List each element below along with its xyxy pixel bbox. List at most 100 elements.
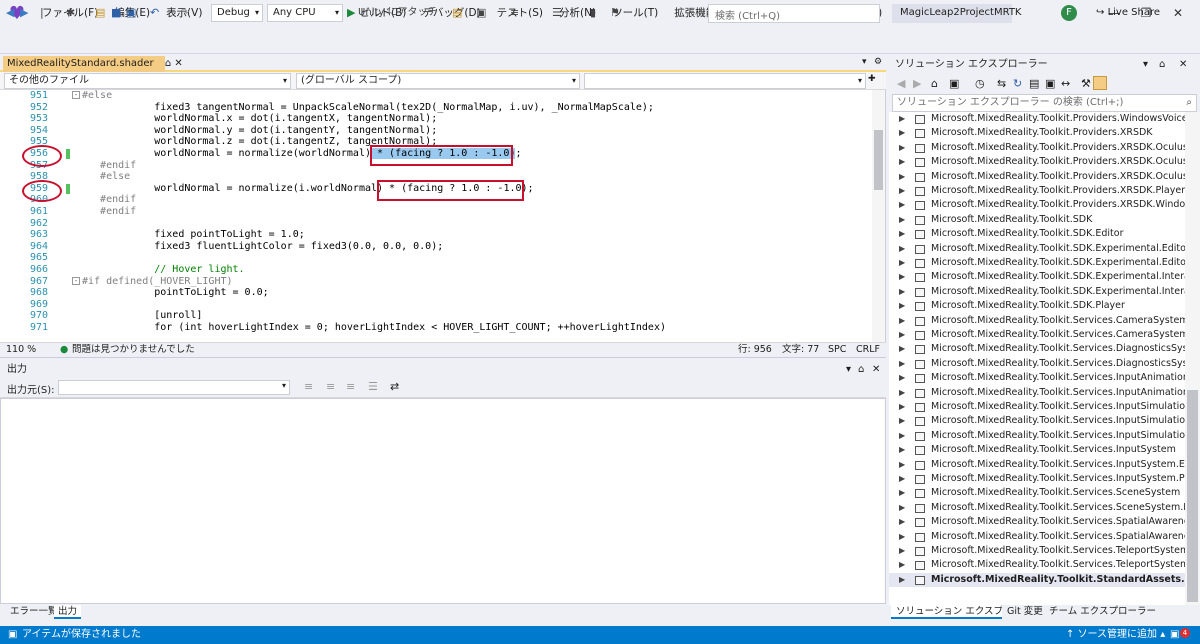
editor-tab[interactable]: MixedRealityStandard.shader ⌂ ✕ [3, 56, 183, 72]
solution-tree-item[interactable]: ▶ Microsoft.MixedReality.Toolkit.Services… [889, 414, 1185, 428]
se-close-icon[interactable]: ✕ [1179, 56, 1187, 74]
expand-chevron-icon[interactable]: ▶ [899, 414, 905, 428]
expand-chevron-icon[interactable]: ▶ [899, 126, 905, 140]
play-icon[interactable]: ▶ [347, 4, 355, 22]
save-all-icon[interactable]: ▣ [126, 4, 136, 22]
pin-icon[interactable]: ⌂ [165, 58, 171, 69]
se-forward-icon[interactable]: ▶ [913, 77, 921, 90]
expand-chevron-icon[interactable]: ▶ [899, 198, 905, 212]
se-scroll-thumb[interactable] [1187, 390, 1198, 602]
solution-tree-item[interactable]: ▶ Microsoft.MixedReality.Toolkit.Services… [889, 472, 1185, 486]
expand-chevron-icon[interactable]: ▶ [899, 530, 905, 544]
solution-tree-item[interactable]: ▶ Microsoft.MixedReality.Toolkit.Provider… [889, 155, 1185, 169]
tab-git-changes[interactable]: Git 変更 [1002, 605, 1048, 619]
se-back-icon[interactable]: ◀ [897, 77, 905, 90]
redo-icon[interactable]: ↷ [180, 4, 189, 22]
solution-tree-item[interactable]: ▶ Microsoft.MixedReality.Toolkit.SDK.Expe… [889, 242, 1185, 256]
expand-chevron-icon[interactable]: ▶ [899, 342, 905, 356]
expand-chevron-icon[interactable]: ▶ [899, 357, 905, 371]
search-input[interactable]: 検索 (Ctrl+Q) [708, 4, 880, 23]
code-area[interactable]: - - #else fixed3 tangentNormal = UnpackSca… [0, 90, 870, 342]
expand-chevron-icon[interactable]: ▶ [899, 227, 905, 241]
collapse-icon[interactable]: - [72, 91, 80, 99]
expand-chevron-icon[interactable]: ▶ [899, 472, 905, 486]
split-icon[interactable]: ✚ [868, 74, 876, 84]
tab-team-explorer[interactable]: チーム エクスプローラー [1044, 605, 1161, 619]
solution-tree-item[interactable]: ▶ Microsoft.MixedReality.Toolkit.SDK [889, 213, 1185, 227]
prev-message-icon[interactable]: ≡ [326, 380, 335, 393]
solution-tree-item[interactable]: ▶ Microsoft.MixedReality.Toolkit.Services… [889, 371, 1185, 385]
se-collapse-icon[interactable]: ▤ [1029, 77, 1039, 90]
output-body[interactable] [0, 398, 886, 604]
se-pending-changes-icon[interactable]: ◷ [975, 77, 985, 90]
expand-chevron-icon[interactable]: ▶ [899, 141, 905, 155]
save-icon[interactable]: ■ [111, 4, 121, 22]
comment-icon[interactable]: ☰ [552, 4, 562, 22]
step-icon[interactable]: ≡ [510, 4, 519, 22]
se-preview-icon[interactable]: ↔ [1061, 77, 1070, 90]
editor-scroll-thumb[interactable] [874, 130, 883, 190]
attach-unity-button[interactable]: Unity にアタッチ [358, 4, 437, 22]
settings-icon[interactable]: ⚙ [874, 57, 882, 67]
solution-tree-item[interactable]: ▶ Microsoft.MixedReality.Toolkit.Services… [889, 443, 1185, 457]
solution-tree-item[interactable]: ▶ Microsoft.MixedReality.Toolkit.Services… [889, 357, 1185, 371]
solution-explorer-search[interactable]: ソリューション エクスプローラー の検索 (Ctrl+;) ⌕ [892, 94, 1197, 112]
solution-tree-item[interactable]: ▶ Microsoft.MixedReality.Toolkit.Standard… [889, 572, 1185, 588]
se-dropdown-icon[interactable]: ▾ [1143, 56, 1148, 74]
solution-tree-item[interactable]: ▶ Microsoft.MixedReality.Toolkit.Services… [889, 558, 1185, 572]
expand-chevron-icon[interactable]: ▶ [899, 256, 905, 270]
close-icon[interactable]: ✕ [1166, 3, 1190, 23]
project-scope-select[interactable]: その他のファイル ▾ [4, 73, 291, 89]
expand-chevron-icon[interactable]: ▶ [899, 112, 905, 126]
code-line[interactable]: [unroll] [82, 310, 202, 322]
se-switch-view-icon[interactable]: ▣ [949, 77, 959, 90]
bookmark-icon[interactable]: ▮ [590, 4, 596, 22]
expand-chevron-icon[interactable]: ▶ [899, 573, 905, 587]
expand-chevron-icon[interactable]: ▶ [899, 443, 905, 457]
code-line[interactable]: fixed3 fluentLightColor = fixed3(0.0, 0.… [82, 241, 443, 253]
expand-chevron-icon[interactable]: ▶ [899, 314, 905, 328]
solution-tree-item[interactable]: ▶ Microsoft.MixedReality.Toolkit.Services… [889, 342, 1185, 356]
expand-chevron-icon[interactable]: ▶ [899, 242, 905, 256]
code-line[interactable]: for (int hoverLightIndex = 0; hoverLight… [82, 322, 666, 334]
zoom-level[interactable]: 110 % [6, 343, 36, 357]
code-line[interactable]: #if defined(_HOVER_LIGHT) [82, 276, 233, 288]
expand-chevron-icon[interactable]: ▶ [899, 328, 905, 342]
expand-chevron-icon[interactable]: ▶ [899, 170, 905, 184]
expand-chevron-icon[interactable]: ▶ [899, 386, 905, 400]
word-wrap-icon[interactable]: ⇄ [390, 380, 399, 393]
solution-tree-item[interactable]: ▶ Microsoft.MixedReality.Toolkit.Services… [889, 458, 1185, 472]
expand-chevron-icon[interactable]: ▶ [899, 458, 905, 472]
notification-icon[interactable]: ▣ [1170, 626, 1179, 644]
live-share-button[interactable]: ↪ Live Share [1096, 4, 1160, 22]
solution-tree-item[interactable]: ▶ Microsoft.MixedReality.Toolkit.Services… [889, 486, 1185, 500]
code-line[interactable]: #else [82, 171, 130, 183]
expand-chevron-icon[interactable]: ▶ [899, 501, 905, 515]
open-folder-icon[interactable]: ▤ [95, 4, 105, 22]
global-scope-select[interactable]: (グローバル スコープ) ▾ [296, 73, 580, 89]
folder-icon[interactable]: ▤ [452, 4, 462, 22]
source-control-button[interactable]: ↑ ソース管理に追加 ▴ [1066, 626, 1165, 644]
tab-close-icon[interactable]: ✕ [174, 58, 182, 69]
output-close-icon[interactable]: ✕ [872, 362, 880, 378]
screenshot-icon[interactable]: ▣ [476, 4, 486, 22]
solution-tree-item[interactable]: ▶ Microsoft.MixedReality.Toolkit.Provider… [889, 170, 1185, 184]
code-line[interactable]: #endif [82, 206, 136, 218]
menu-item-7[interactable]: テスト(S) [489, 0, 551, 26]
back-icon[interactable]: ◀ [6, 4, 14, 22]
code-line[interactable]: fixed pointToLight = 1.0; [82, 229, 305, 241]
expand-chevron-icon[interactable]: ▶ [899, 515, 905, 529]
solution-tree-item[interactable]: ▶ Microsoft.MixedReality.Toolkit.SDK.Play… [889, 299, 1185, 313]
expand-chevron-icon[interactable]: ▶ [899, 371, 905, 385]
solution-tree-item[interactable]: ▶ Microsoft.MixedReality.Toolkit.Services… [889, 515, 1185, 529]
se-search-icon[interactable]: ⌕ [1186, 95, 1192, 111]
expand-chevron-icon[interactable]: ▶ [899, 299, 905, 313]
solution-tree-item[interactable]: ▶ Microsoft.MixedReality.Toolkit.Services… [889, 386, 1185, 400]
output-source-select[interactable]: ▾ [58, 380, 290, 395]
solution-tree-item[interactable]: ▶ Microsoft.MixedReality.Toolkit.Provider… [889, 184, 1185, 198]
se-active-doc-icon[interactable] [1093, 76, 1107, 90]
expand-chevron-icon[interactable]: ▶ [899, 544, 905, 558]
solution-tree-item[interactable]: ▶ Microsoft.MixedReality.Toolkit.SDK.Expe… [889, 256, 1185, 270]
clear-all-icon[interactable]: ☰ [368, 380, 378, 393]
expand-chevron-icon[interactable]: ▶ [899, 184, 905, 198]
